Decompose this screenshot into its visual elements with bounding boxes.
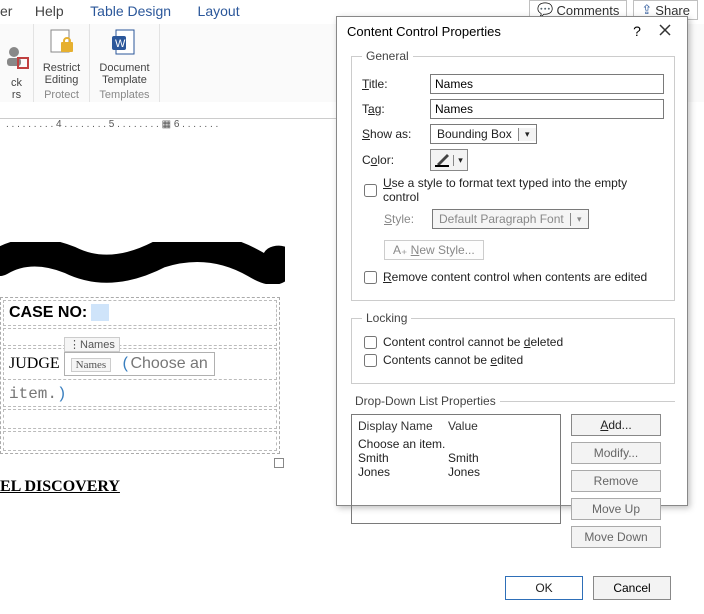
- dropdown-listbox[interactable]: Display Name Value Choose an item. Smith…: [351, 414, 561, 524]
- no-delete-checkbox[interactable]: [364, 336, 377, 349]
- block-line1: ck: [11, 77, 22, 89]
- judge-content-control[interactable]: Names (Choose an: [64, 352, 215, 376]
- locking-legend: Locking: [362, 311, 411, 325]
- add-button[interactable]: Add...: [571, 414, 661, 436]
- template-line2: Template: [102, 74, 147, 86]
- use-style-checkbox[interactable]: [364, 184, 377, 197]
- restrict-editing-button[interactable]: RestrictEditing Protect: [34, 24, 90, 102]
- dropdown-group: Drop-Down List Properties Display Name V…: [351, 394, 675, 548]
- template-line1: Document: [99, 62, 149, 74]
- names-tag-float[interactable]: ⋮Names: [64, 337, 120, 352]
- remove-button: Remove: [571, 470, 661, 492]
- tag-label: Tag:: [362, 102, 422, 116]
- document-template-button[interactable]: W DocumentTemplate Templates: [90, 24, 160, 102]
- remove-cc-label: Remove content control when contents are…: [383, 270, 647, 284]
- showas-combo[interactable]: Bounding Box ▾: [430, 124, 537, 144]
- placeholder-2: item.: [9, 385, 57, 403]
- discovery-heading: EL DISCOVERY: [0, 478, 120, 496]
- font-color-icon: [434, 151, 450, 170]
- lock-page-icon: [46, 28, 78, 58]
- remove-cc-checkbox[interactable]: [364, 271, 377, 284]
- list-item[interactable]: Jones Jones: [358, 465, 554, 479]
- table-resize-handle[interactable]: [274, 458, 284, 468]
- restrict-line2: Editing: [45, 74, 79, 86]
- dialog-titlebar[interactable]: Content Control Properties ?: [337, 17, 687, 45]
- document-area[interactable]: ⋮Names CASE NO: JUDGE Names (Choose an i…: [0, 142, 338, 509]
- tab-developer-partial[interactable]: er: [0, 3, 12, 19]
- judge-label: JUDGE: [9, 355, 60, 372]
- handle-right: ): [57, 385, 67, 403]
- block-person-icon: [1, 41, 33, 73]
- ok-button[interactable]: OK: [505, 576, 583, 600]
- new-style-button: A₊ New Style...: [384, 240, 484, 260]
- color-picker[interactable]: ▾: [430, 149, 468, 171]
- move-up-button: Move Up: [571, 498, 661, 520]
- placeholder-1: Choose an: [130, 355, 207, 372]
- redaction-scribble: [0, 242, 285, 282]
- block-line2: rs: [12, 89, 21, 101]
- chevron-down-icon: ▾: [570, 213, 588, 226]
- title-input[interactable]: [430, 74, 664, 94]
- tab-table-design[interactable]: Table Design: [90, 3, 171, 19]
- hdr-display-name: Display Name: [358, 419, 448, 433]
- no-delete-label: Content control cannot be deleted: [383, 335, 563, 349]
- showas-value: Bounding Box: [431, 126, 518, 142]
- chevron-down-icon: ▾: [453, 155, 467, 166]
- word-template-icon: W: [109, 28, 141, 58]
- hdr-value: Value: [448, 419, 478, 433]
- dropdown-legend: Drop-Down List Properties: [351, 394, 500, 408]
- use-style-label: Use a style to format text typed into th…: [383, 176, 664, 204]
- tab-help[interactable]: Help: [35, 3, 64, 19]
- svg-text:W: W: [115, 38, 126, 50]
- close-button[interactable]: [651, 23, 679, 39]
- close-icon: [659, 24, 671, 36]
- help-button[interactable]: ?: [623, 23, 651, 39]
- case-no-label: CASE NO:: [9, 304, 87, 321]
- content-control-properties-dialog: Content Control Properties ? General Tit…: [336, 16, 688, 506]
- chevron-down-icon: ▾: [518, 128, 536, 141]
- cancel-button[interactable]: Cancel: [593, 576, 671, 600]
- move-down-button: Move Down: [571, 526, 661, 548]
- templates-caption: Templates: [99, 89, 149, 101]
- block-authors-partial[interactable]: ckrs: [0, 24, 34, 102]
- style-combo: Default Paragraph Font ▾: [432, 209, 589, 229]
- no-edit-label: Contents cannot be edited: [383, 353, 523, 367]
- dialog-footer: OK Cancel: [337, 566, 687, 614]
- title-label: Title:: [362, 77, 422, 91]
- color-label: Color:: [362, 153, 422, 167]
- dialog-title: Content Control Properties: [347, 24, 623, 39]
- names-tag-text: Names: [80, 339, 115, 351]
- document-table: CASE NO: JUDGE Names (Choose an item.): [0, 297, 280, 454]
- style-value: Default Paragraph Font: [433, 211, 570, 227]
- style-label: Style:: [384, 212, 424, 226]
- showas-label: Show as:: [362, 127, 422, 141]
- tab-layout[interactable]: Layout: [198, 3, 240, 19]
- general-legend: General: [362, 49, 413, 63]
- list-item[interactable]: Smith Smith: [358, 451, 554, 465]
- protect-caption: Protect: [44, 89, 79, 101]
- modify-button: Modify...: [571, 442, 661, 464]
- handle-left: (: [121, 355, 131, 373]
- case-no-selection[interactable]: [91, 304, 109, 321]
- list-item[interactable]: Choose an item.: [358, 437, 554, 451]
- locking-group: Locking Content control cannot be delete…: [351, 311, 675, 384]
- restrict-line1: Restrict: [43, 62, 80, 74]
- list-buttons: Add... Modify... Remove Move Up Move Dow…: [571, 414, 661, 548]
- ruler[interactable]: . . . . . . . . . 4 . . . . . . . . 5 . …: [0, 118, 338, 138]
- names-tag-inline: Names: [71, 358, 112, 372]
- general-group: General Title: Tag: Show as: Bounding Bo…: [351, 49, 675, 301]
- no-edit-checkbox[interactable]: [364, 354, 377, 367]
- tag-input[interactable]: [430, 99, 664, 119]
